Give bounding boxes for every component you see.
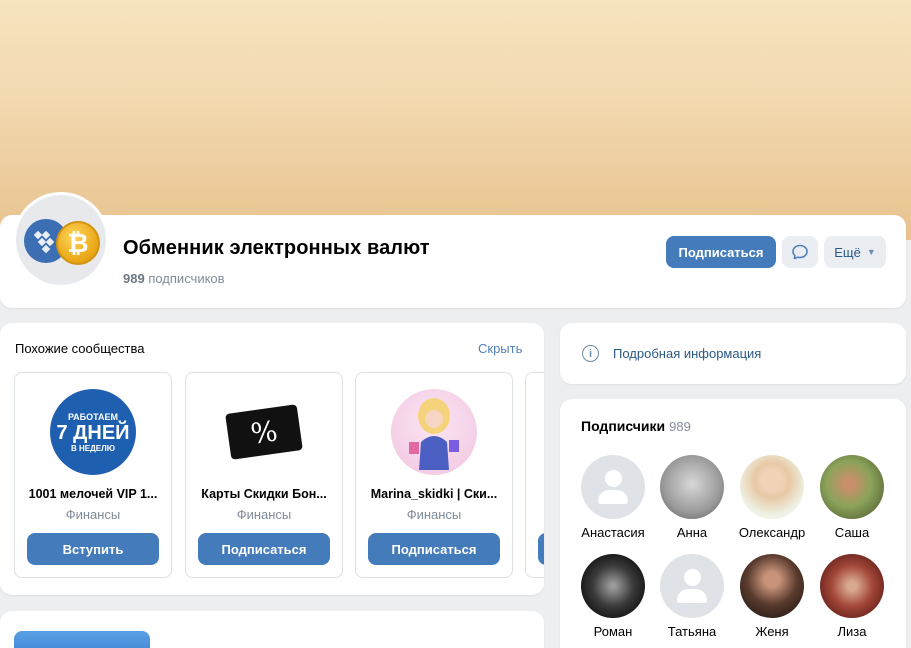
subscriber-name[interactable]: Анна xyxy=(652,525,732,540)
avatar[interactable] xyxy=(820,554,884,618)
group-name[interactable]: 1001 мелочей VIP 1... xyxy=(23,487,163,501)
subscriber-name[interactable]: Олександр xyxy=(732,525,812,540)
avatar[interactable] xyxy=(740,455,804,519)
detailed-info-link[interactable]: Подробная информация xyxy=(613,346,761,361)
cartoon-girl-icon xyxy=(409,398,459,470)
subscriber-name[interactable]: Татьяна xyxy=(652,624,732,639)
default-avatar-icon[interactable] xyxy=(581,455,645,519)
subscriber-label: подписчиков xyxy=(148,271,225,286)
subscriber-item[interactable]: Лиза xyxy=(812,554,892,639)
group-name[interactable]: Marina_skidki | Ски... xyxy=(364,487,504,501)
group-category: Финансы xyxy=(406,507,462,522)
avatar[interactable] xyxy=(820,455,884,519)
message-bubble-icon xyxy=(792,244,808,260)
hide-link[interactable]: Скрыть xyxy=(478,341,522,356)
subscriber-item[interactable]: Роман xyxy=(573,554,653,639)
subscriber-name[interactable]: Роман xyxy=(573,624,653,639)
more-button[interactable]: Ещё ▼ xyxy=(824,236,886,268)
join-button[interactable]: Вступить xyxy=(27,533,159,565)
group-category: Финансы xyxy=(65,507,121,522)
subscribers-title[interactable]: Подписчики 989 xyxy=(581,418,691,434)
group-avatar-line: 7 ДНЕЙ xyxy=(56,421,130,444)
subscriber-name[interactable]: Женя xyxy=(732,624,812,639)
group-avatar-line: РАБОТАЕМ xyxy=(67,411,119,422)
community-avatar[interactable]: ₿ xyxy=(13,192,109,288)
subscriber-number: 989 xyxy=(123,271,145,286)
subscribers-count: 989 xyxy=(669,419,691,434)
avatar[interactable] xyxy=(660,455,724,519)
chevron-down-icon: ▼ xyxy=(866,247,876,257)
subscriber-count: 989 подписчиков xyxy=(123,271,225,286)
group-avatar[interactable]: РАБОТАЕМ 7 ДНЕЙ В НЕДЕЛЮ xyxy=(50,389,136,475)
group-avatar[interactable]: % xyxy=(221,389,307,475)
subscriber-name[interactable]: Лиза xyxy=(812,624,892,639)
group-category: Финансы xyxy=(236,507,292,522)
group-avatar[interactable] xyxy=(391,389,477,475)
subscriber-item[interactable]: Женя xyxy=(732,554,812,639)
group-card-partial[interactable] xyxy=(525,372,544,578)
cover-image xyxy=(0,0,911,240)
more-label: Ещё xyxy=(834,244,861,260)
subscriber-item[interactable]: Анна xyxy=(652,455,732,540)
avatar[interactable] xyxy=(581,554,645,618)
group-avatar-line: В НЕДЕЛЮ xyxy=(70,443,115,453)
info-icon: i xyxy=(582,345,599,362)
subscriber-item[interactable]: Саша xyxy=(812,455,892,540)
subscriber-item[interactable]: Анастасия xyxy=(573,455,653,540)
post-thumbnail[interactable] xyxy=(14,631,150,648)
avatar[interactable] xyxy=(740,554,804,618)
subscribe-group-button[interactable]: Подписаться xyxy=(198,533,330,565)
default-avatar-icon[interactable] xyxy=(660,554,724,618)
group-name[interactable]: Карты Скидки Бон... xyxy=(194,487,334,501)
message-button[interactable] xyxy=(782,236,818,268)
group-card[interactable]: Marina_skidki | Ски... Финансы Подписать… xyxy=(355,372,513,578)
discount-card-icon: % xyxy=(225,404,303,460)
group-card[interactable]: % Карты Скидки Бон... Финансы Подписатьс… xyxy=(185,372,343,578)
group-card[interactable]: РАБОТАЕМ 7 ДНЕЙ В НЕДЕЛЮ 1001 мелочей VI… xyxy=(14,372,172,578)
subscriber-item[interactable]: Олександр xyxy=(732,455,812,540)
similar-communities-title: Похожие сообщества xyxy=(15,341,145,356)
percent-sign: % xyxy=(248,413,280,451)
subscribe-group-button[interactable]: Подписаться xyxy=(368,533,500,565)
group-button-partial[interactable] xyxy=(538,533,544,565)
subscriber-item[interactable]: Татьяна xyxy=(652,554,732,639)
subscriber-name[interactable]: Анастасия xyxy=(573,525,653,540)
bitcoin-logo-icon: ₿ xyxy=(56,221,100,265)
subscribers-title-text: Подписчики xyxy=(581,418,666,434)
subscribe-button[interactable]: Подписаться xyxy=(666,236,776,268)
subscriber-name[interactable]: Саша xyxy=(812,525,892,540)
page-title: Обменник электронных валют xyxy=(123,237,430,259)
